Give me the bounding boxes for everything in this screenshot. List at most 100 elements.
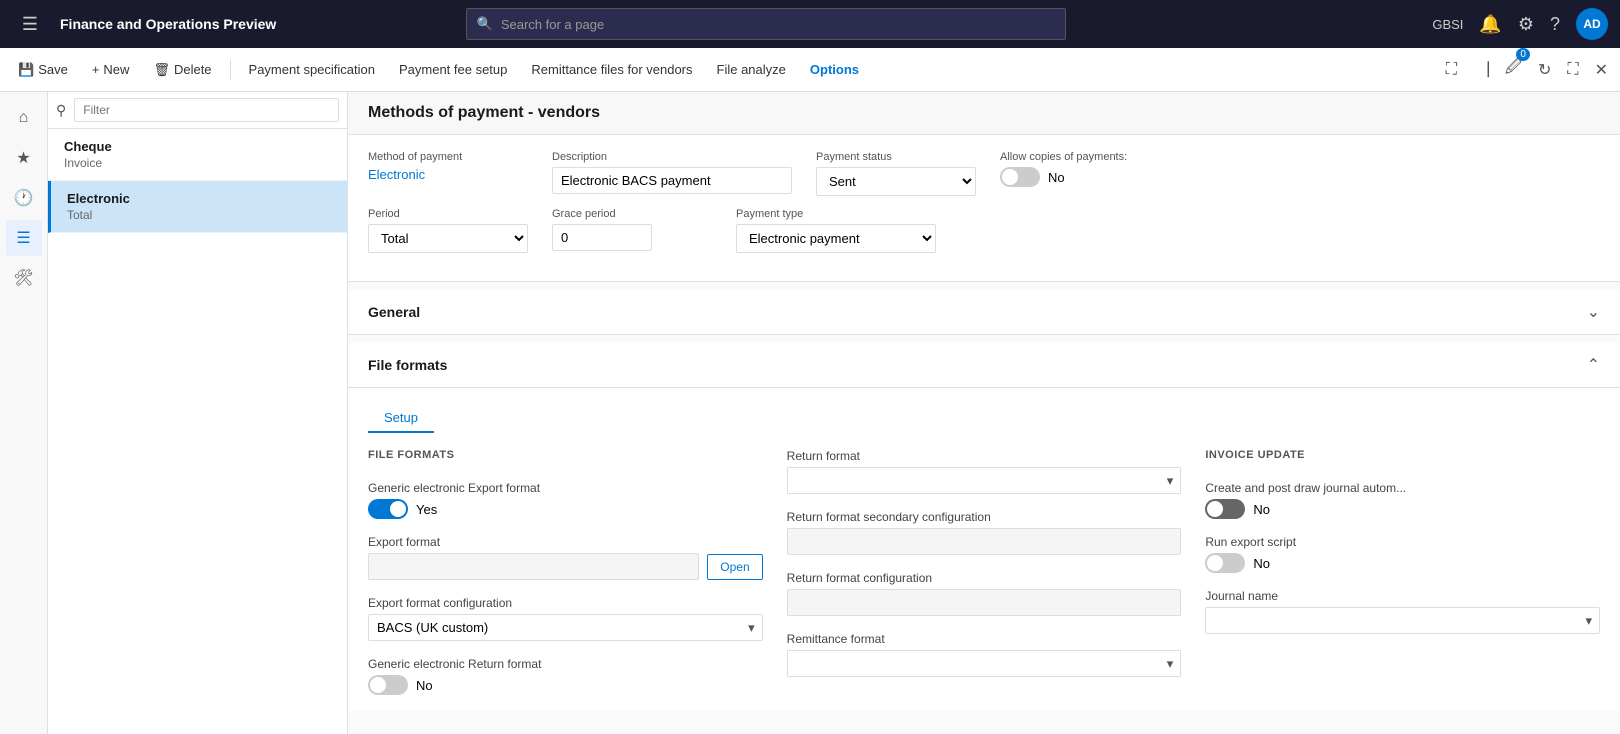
fullscreen-icon[interactable]: ⛶	[1563, 57, 1582, 83]
open-button[interactable]: Open	[707, 554, 762, 580]
return-format-sec-config-field: Return format secondary configuration	[787, 510, 1182, 555]
top-nav: ☰ Finance and Operations Preview 🔍 GBSI …	[0, 0, 1620, 48]
payment-type-select[interactable]: Electronic payment Check Wire transfer	[736, 224, 936, 253]
remittance-format-select[interactable]	[787, 650, 1182, 677]
sidebar-favorites-icon[interactable]: ★	[6, 140, 42, 176]
description-input[interactable]	[552, 167, 792, 194]
hamburger-menu-icon[interactable]: ☰	[12, 6, 48, 42]
create-post-field: Create and post draw journal autom... No	[1205, 481, 1600, 519]
file-formats-content: Setup FILE FORMATS Generic electronic Ex…	[348, 388, 1620, 711]
payment-fee-button[interactable]: Payment fee setup	[389, 58, 517, 81]
return-format-select[interactable]	[787, 467, 1182, 494]
file-formats-collapse-icon: ⌃	[1587, 355, 1600, 375]
file-formats-section-header[interactable]: File formats ⌃	[348, 343, 1620, 388]
main-layout: ⌂ ★ 🕐 ☰ 🛠 ⚲ Cheque Invoice Electronic To…	[0, 92, 1620, 734]
export-format-config-select[interactable]: BACS (UK custom)	[368, 614, 763, 641]
general-collapse-icon: ⌄	[1587, 302, 1600, 322]
sidebar-recent-icon[interactable]: 🕐	[6, 180, 42, 216]
method-of-payment-value[interactable]: Electronic	[368, 167, 528, 182]
method-of-payment-field: Method of payment Electronic	[368, 151, 528, 196]
export-format-config-field: Export format configuration BACS (UK cus…	[368, 596, 763, 641]
create-post-toggle[interactable]	[1205, 499, 1245, 519]
detail-header: Methods of payment - vendors	[348, 92, 1620, 135]
payment-status-select[interactable]: Sent Received None Error	[816, 167, 976, 196]
grace-period-input[interactable]	[552, 224, 652, 251]
item-sub-cheque: Invoice	[64, 156, 331, 170]
run-export-label: Run export script	[1205, 535, 1600, 549]
settings-icon[interactable]: ⚙	[1518, 14, 1534, 35]
sidebar-list-icon[interactable]: ☰	[6, 220, 42, 256]
user-avatar[interactable]: AD	[1576, 8, 1608, 40]
invoice-update-title: INVOICE UPDATE	[1205, 449, 1600, 461]
command-bar: 💾 Save + New 🗑 Delete Payment specificat…	[0, 48, 1620, 92]
delete-button[interactable]: 🗑 Delete	[143, 58, 221, 82]
refresh-icon[interactable]: ↻	[1534, 56, 1555, 84]
payment-spec-button[interactable]: Payment specification	[239, 58, 385, 81]
notification-badge-icon[interactable]: 0 🖉	[1501, 52, 1526, 87]
description-label: Description	[552, 151, 792, 163]
list-item[interactable]: Cheque Invoice	[48, 129, 347, 181]
app-title: Finance and Operations Preview	[60, 16, 276, 32]
remittance-format-label: Remittance format	[787, 632, 1182, 646]
cmd-bar-right: ⛶ ⎹ 0 🖉 ↻ ⛶ ✕	[1442, 52, 1612, 87]
allow-copies-toggle[interactable]	[1000, 167, 1040, 187]
new-button[interactable]: + New	[82, 58, 140, 81]
panel-icon[interactable]: ⎹	[1469, 57, 1493, 83]
search-input[interactable]	[501, 17, 1055, 32]
sidebar-workspace-icon[interactable]: 🛠	[6, 260, 42, 296]
file-analyze-button[interactable]: File analyze	[707, 58, 796, 81]
setup-tab[interactable]: Setup	[368, 404, 434, 433]
generic-return-toggle[interactable]	[368, 675, 408, 695]
export-format-config-label: Export format configuration	[368, 596, 763, 610]
export-format-field: Export format Open	[368, 535, 763, 580]
sidebar-home-icon[interactable]: ⌂	[6, 100, 42, 136]
payment-status-label: Payment status	[816, 151, 976, 163]
remittance-button[interactable]: Remittance files for vendors	[521, 58, 702, 81]
period-field: Period Total Invoice Day Week Month	[368, 208, 528, 253]
delete-icon: 🗑	[153, 62, 170, 78]
top-nav-right: GBSI 🔔 ⚙ ? AD	[1432, 8, 1608, 40]
general-section-header[interactable]: General ⌄	[348, 290, 1620, 335]
personalize-icon[interactable]: ⛶	[1442, 57, 1461, 83]
create-post-text: No	[1253, 502, 1270, 517]
create-post-label: Create and post draw journal autom...	[1205, 481, 1600, 495]
close-icon[interactable]: ✕	[1591, 56, 1612, 84]
period-label: Period	[368, 208, 528, 220]
ff-column-2: Return format Return format secondary co…	[787, 449, 1182, 695]
return-format-config-input[interactable]	[787, 589, 1182, 616]
list-panel: ⚲ Cheque Invoice Electronic Total	[48, 92, 348, 734]
notification-icon[interactable]: 🔔	[1479, 14, 1501, 35]
search-bar: 🔍	[466, 8, 1066, 40]
generic-export-toggle-row: Yes	[368, 499, 763, 519]
run-export-toggle-row: No	[1205, 553, 1600, 573]
generic-export-text: Yes	[416, 502, 437, 517]
payment-status-field: Payment status Sent Received None Error	[816, 151, 976, 196]
export-format-input[interactable]	[368, 553, 699, 580]
return-format-config-field: Return format configuration	[787, 571, 1182, 616]
file-formats-grid: FILE FORMATS Generic electronic Export f…	[368, 449, 1600, 695]
help-icon[interactable]: ?	[1550, 14, 1560, 35]
return-format-sec-config-label: Return format secondary configuration	[787, 510, 1182, 524]
item-sub-electronic: Total	[67, 208, 331, 222]
item-name-cheque: Cheque	[64, 139, 331, 154]
separator-1	[230, 60, 231, 80]
generic-return-toggle-row: No	[368, 675, 763, 695]
method-of-payment-label: Method of payment	[368, 151, 528, 163]
period-select[interactable]: Total Invoice Day Week Month	[368, 224, 528, 253]
options-button[interactable]: Options	[800, 58, 869, 81]
create-post-toggle-row: No	[1205, 499, 1600, 519]
run-export-toggle[interactable]	[1205, 553, 1245, 573]
filter-input[interactable]	[74, 98, 339, 122]
list-item-selected[interactable]: Electronic Total	[48, 181, 347, 233]
list-items: Cheque Invoice Electronic Total	[48, 129, 347, 734]
generic-export-toggle[interactable]	[368, 499, 408, 519]
return-format-field: Return format	[787, 449, 1182, 494]
save-button[interactable]: 💾 Save	[8, 58, 78, 82]
general-section-title: General	[368, 304, 420, 320]
form-row-1: Method of payment Electronic Description…	[368, 151, 1600, 196]
grace-period-label: Grace period	[552, 208, 712, 220]
return-format-sec-config-input[interactable]	[787, 528, 1182, 555]
journal-name-select[interactable]	[1205, 607, 1600, 634]
allow-copies-label: Allow copies of payments:	[1000, 151, 1160, 163]
generic-return-text: No	[416, 678, 433, 693]
